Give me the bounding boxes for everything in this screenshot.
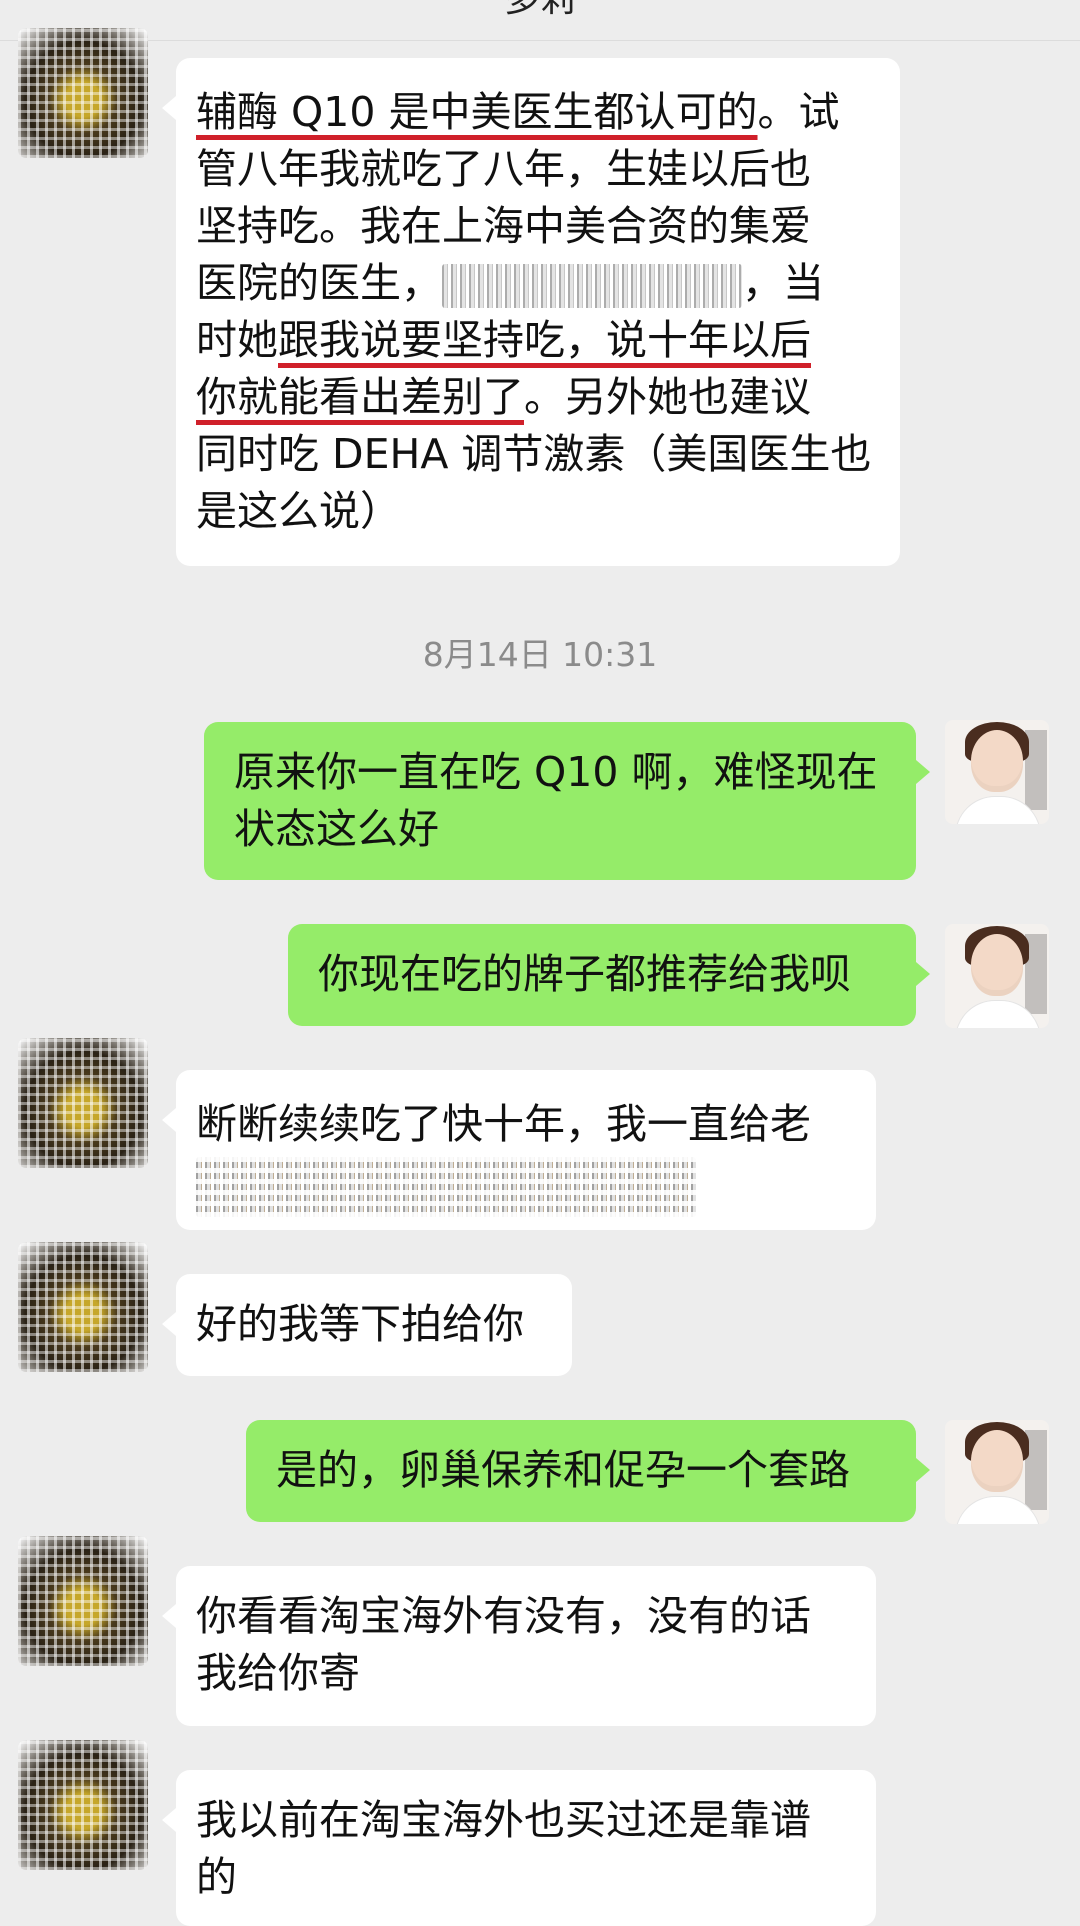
avatar-face <box>971 1430 1023 1492</box>
text-span: 时她 <box>196 316 278 364</box>
text-span: 医院的医生， <box>196 259 442 307</box>
message-line: 辅酶 Q10 是中美医生都认可的。试 <box>196 84 880 141</box>
text-span: ，当 <box>742 259 824 307</box>
my-avatar[interactable] <box>945 1420 1049 1524</box>
message-line: 的 <box>196 1853 237 1901</box>
contact-avatar[interactable] <box>18 1740 148 1870</box>
message-line: 原来你一直在吃 Q10 啊，难怪现在 <box>234 748 878 796</box>
text-span: 。另外她也建议 <box>524 373 811 421</box>
chat-title: 多莉 <box>0 0 1080 22</box>
contact-avatar[interactable] <box>18 28 148 158</box>
redacted-text <box>442 264 742 308</box>
message-line: 好的我等下拍给你 <box>196 1300 524 1348</box>
message-bubble-incoming[interactable]: 好的我等下拍给你 <box>162 1274 572 1376</box>
message-bubble-incoming[interactable]: 我以前在淘宝海外也买过还是靠谱 的 <box>162 1770 876 1926</box>
message-line: 医院的医生， ，当 <box>196 255 880 312</box>
contact-avatar[interactable] <box>18 1242 148 1372</box>
message-line: 你现在吃的牌子都推荐给我呗 <box>318 950 851 998</box>
my-avatar[interactable] <box>945 924 1049 1028</box>
message-line: 状态这么好 <box>234 805 439 853</box>
message-bubble-outgoing[interactable]: 原来你一直在吃 Q10 啊，难怪现在 状态这么好 <box>204 722 930 880</box>
message-line: 是的，卵巢保养和促孕一个套路 <box>276 1446 850 1494</box>
avatar-face <box>971 934 1023 996</box>
underlined-text: 辅酶 Q10 是中美医生都认可的 <box>196 88 758 136</box>
message-bubble-outgoing[interactable]: 你现在吃的牌子都推荐给我呗 <box>288 924 930 1026</box>
message-line: 你就能看出差别了。另外她也建议 <box>196 369 880 426</box>
chat-header: 多莉 <box>0 0 1080 41</box>
contact-avatar[interactable] <box>18 1536 148 1666</box>
message-bubble-incoming[interactable]: 断断续续吃了快十年，我一直给老 <box>162 1070 876 1230</box>
contact-avatar[interactable] <box>18 1038 148 1168</box>
message-line: 管八年我就吃了八年，生娃以后也 <box>196 145 811 193</box>
text-span: 。试 <box>757 88 840 136</box>
message-line: 同时吃 DEHA 调节激素（美国医生也 <box>196 430 872 478</box>
message-line: 你看看淘宝海外有没有，没有的话 <box>196 1592 811 1640</box>
my-avatar[interactable] <box>945 720 1049 824</box>
message-line: 时她跟我说要坚持吃，说十年以后 <box>196 312 880 369</box>
message-bubble-incoming[interactable]: 辅酶 Q10 是中美医生都认可的。试 管八年我就吃了八年，生娃以后也 坚持吃。我… <box>162 58 900 566</box>
avatar-face <box>971 730 1023 792</box>
message-line: 我给你寄 <box>196 1649 360 1697</box>
message-line: 是这么说） <box>196 487 401 535</box>
message-line: 坚持吃。我在上海中美合资的集爱 <box>196 202 811 250</box>
underlined-text: 跟我说要坚持吃，说十年以后 <box>278 316 811 364</box>
message-timestamp: 8月14日 10:31 <box>422 635 658 674</box>
message-bubble-outgoing[interactable]: 是的，卵巢保养和促孕一个套路 <box>246 1420 930 1522</box>
message-line: 断断续续吃了快十年，我一直给老 <box>196 1100 811 1148</box>
redacted-text <box>196 1157 696 1217</box>
message-bubble-incoming[interactable]: 你看看淘宝海外有没有，没有的话 我给你寄 <box>162 1566 876 1726</box>
message-line: 我以前在淘宝海外也买过还是靠谱 <box>196 1796 811 1844</box>
underlined-text: 你就能看出差别了 <box>196 373 524 421</box>
